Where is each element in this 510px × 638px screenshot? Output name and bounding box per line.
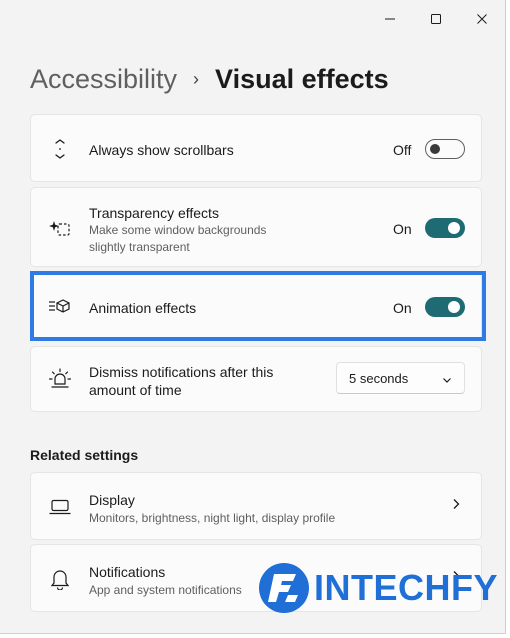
setting-always-show-scrollbars: Always show scrollbars Off <box>30 114 482 182</box>
related-item-title: Notifications <box>89 564 166 580</box>
intechfy-logo-icon <box>259 563 309 613</box>
setting-description-line-1: Make some window backgrounds <box>89 223 267 237</box>
transparency-icon <box>49 217 71 239</box>
breadcrumb-separator: › <box>193 68 200 89</box>
transparency-toggle[interactable] <box>425 218 465 238</box>
breadcrumb-parent[interactable]: Accessibility <box>30 64 177 95</box>
breadcrumb: Accessibility › Visual effects <box>30 60 389 98</box>
scrollbars-toggle[interactable] <box>425 139 465 159</box>
caption-buttons <box>367 6 505 32</box>
minimize-button[interactable] <box>367 6 413 32</box>
toggle-state-label: On <box>393 221 412 237</box>
setting-title-line-1: Dismiss notifications after this <box>89 364 274 380</box>
page-title: Visual effects <box>215 63 389 94</box>
selection-accent-bar <box>31 276 34 336</box>
toggle-state-label: On <box>393 300 412 316</box>
bell-icon <box>49 568 71 590</box>
minimize-icon <box>385 18 395 20</box>
chevron-down-icon <box>442 373 452 388</box>
maximize-button[interactable] <box>413 6 459 32</box>
sun-bell-icon <box>49 368 71 390</box>
animation-icon <box>49 295 71 317</box>
scroll-arrows-icon <box>49 138 71 160</box>
dropdown-selected-value: 5 seconds <box>349 371 409 386</box>
setting-title: Animation effects <box>89 300 197 316</box>
setting-animation-effects: Animation effects On <box>30 272 482 340</box>
settings-window: Accessibility › Visual effects Always sh… <box>0 0 506 634</box>
animation-toggle[interactable] <box>425 297 465 317</box>
setting-dismiss-notifications: Dismiss notifications after this amount … <box>30 346 482 412</box>
related-item-display[interactable]: Display Monitors, brightness, night ligh… <box>30 472 482 540</box>
toggle-knob <box>448 222 460 234</box>
dismiss-time-dropdown[interactable]: 5 seconds <box>336 362 465 394</box>
setting-title: Transparency effects <box>89 205 219 221</box>
chevron-right-icon <box>451 497 461 515</box>
setting-transparency-effects: Transparency effects Make some window ba… <box>30 187 482 267</box>
related-item-description: Monitors, brightness, night light, displ… <box>89 511 336 525</box>
laptop-icon <box>49 496 71 518</box>
maximize-icon <box>431 14 441 24</box>
toggle-state-label: Off <box>393 142 412 158</box>
setting-description-line-2: slightly transparent <box>89 240 190 254</box>
watermark-text: INTECHFY <box>314 567 498 608</box>
setting-title: Always show scrollbars <box>89 142 234 158</box>
toggle-knob <box>448 301 460 313</box>
close-icon <box>477 14 487 24</box>
watermark: INTECHFY <box>258 562 498 614</box>
related-item-title: Display <box>89 492 135 508</box>
related-item-description: App and system notifications <box>89 583 242 597</box>
related-settings-heading: Related settings <box>30 447 139 463</box>
close-button[interactable] <box>459 6 505 32</box>
setting-title-line-2: amount of time <box>89 382 182 398</box>
toggle-knob <box>430 144 440 154</box>
